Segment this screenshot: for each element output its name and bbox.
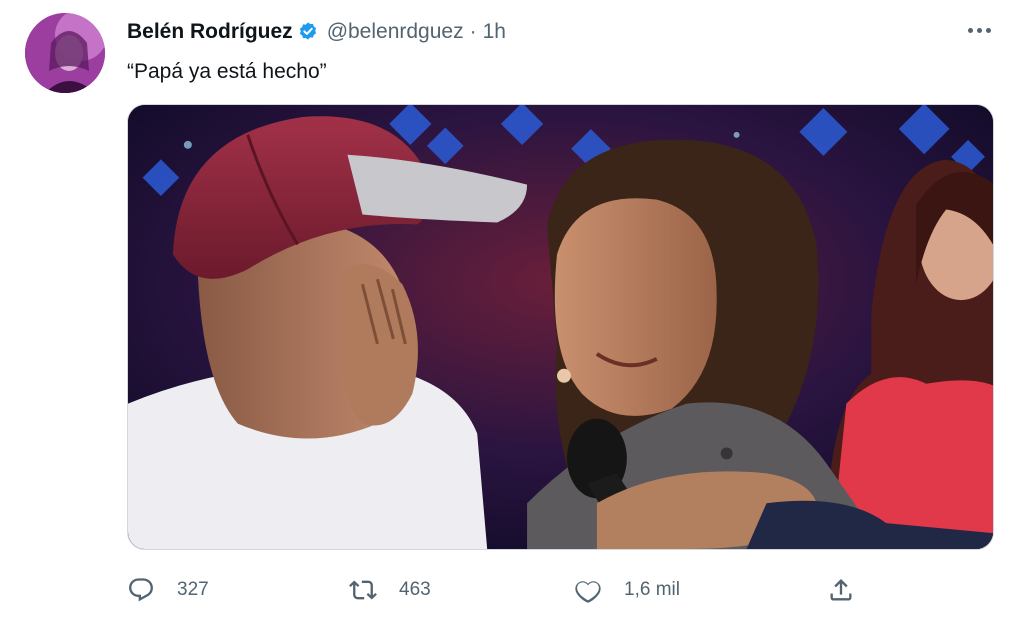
tweet-timestamp[interactable]: 1h bbox=[483, 20, 506, 44]
verified-badge-icon bbox=[297, 21, 319, 43]
avatar[interactable] bbox=[25, 13, 105, 93]
share-icon bbox=[830, 579, 852, 601]
more-dot-icon bbox=[976, 27, 982, 33]
reply-button[interactable]: 327 bbox=[127, 570, 209, 610]
author-name[interactable]: Belén Rodríguez bbox=[127, 20, 293, 44]
reply-icon bbox=[129, 578, 153, 602]
tweet-text: “Papá ya está hecho” bbox=[127, 60, 327, 83]
like-button[interactable]: 1,6 mil bbox=[574, 570, 680, 610]
share-button[interactable] bbox=[827, 570, 855, 610]
retweet-count: 463 bbox=[399, 579, 431, 600]
retweet-button[interactable]: 463 bbox=[349, 570, 431, 610]
separator-dot: · bbox=[469, 20, 477, 43]
retweet-icon bbox=[349, 580, 377, 600]
author-handle[interactable]: @belenrdguez bbox=[327, 20, 464, 44]
reply-count: 327 bbox=[177, 579, 209, 600]
like-count: 1,6 mil bbox=[624, 579, 680, 600]
heart-icon bbox=[575, 581, 601, 603]
more-dot-icon bbox=[985, 27, 991, 33]
tweet-media-photo[interactable] bbox=[127, 104, 994, 550]
more-dot-icon bbox=[967, 27, 973, 33]
tweet-header: Belén Rodríguez @belenrdguez · 1h bbox=[127, 17, 506, 47]
tweet-actions: 327 463 1,6 mil bbox=[127, 570, 867, 610]
more-options-button[interactable] bbox=[964, 18, 994, 42]
tweet[interactable]: Belén Rodríguez @belenrdguez · 1h “Papá … bbox=[0, 0, 1024, 638]
